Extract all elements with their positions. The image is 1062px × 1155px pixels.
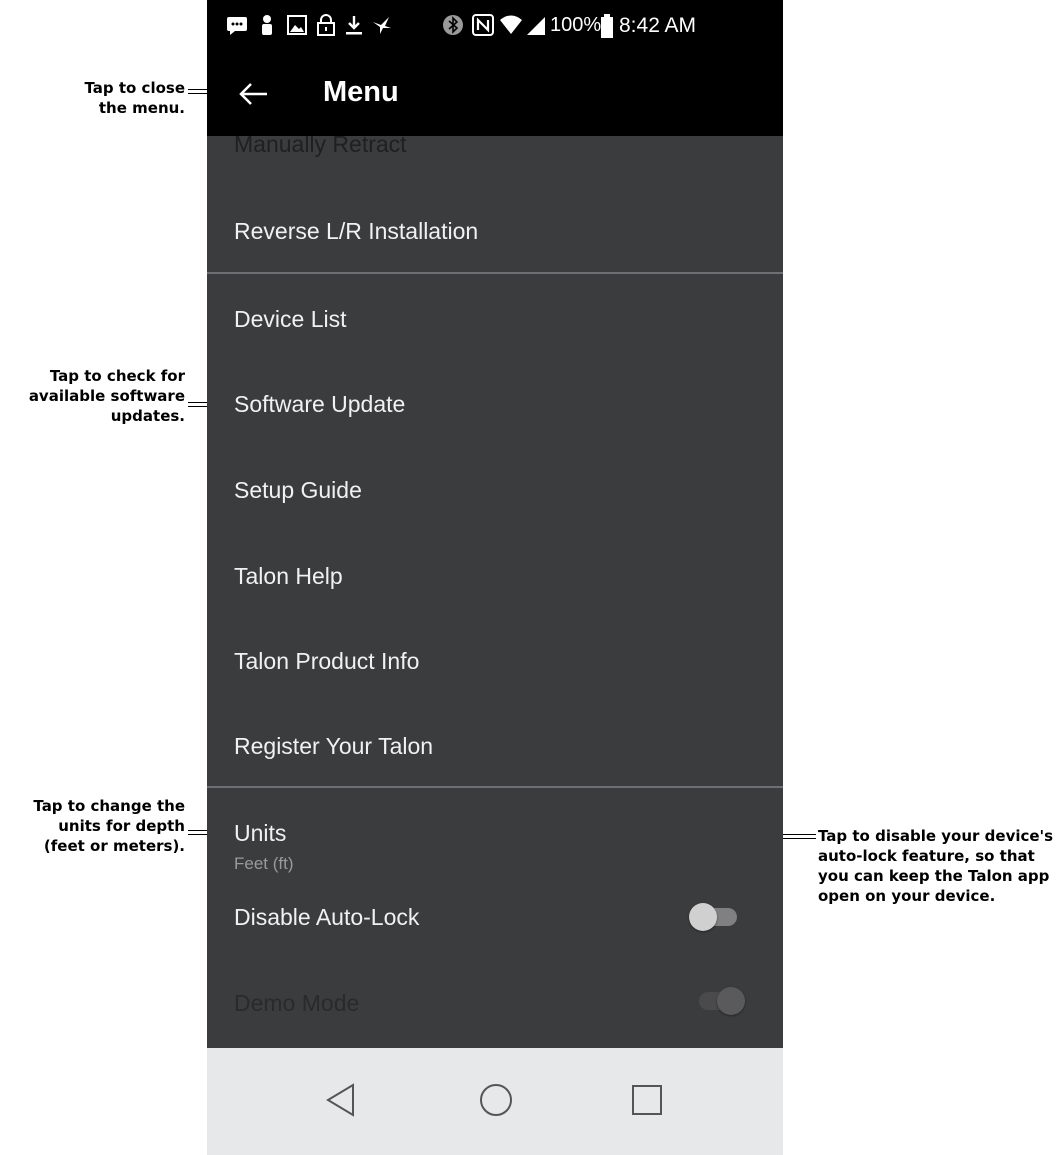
menu-item-product-info[interactable]: Talon Product Info [207,616,783,701]
menu-item-software-update[interactable]: Software Update [207,359,783,444]
callout-line: the menu. [98,99,185,117]
battery-icon [601,14,613,38]
menu-item-reverse-installation[interactable]: Reverse L/R Installation [207,188,783,273]
menu-item-label: Register Your Talon [234,733,434,759]
battery-percent: 100% [550,14,602,36]
demo-mode-toggle[interactable] [685,984,749,1018]
page-title: Menu [323,76,399,108]
callout-software-update: Tap to check for available software upda… [29,366,185,426]
nav-back-icon[interactable] [325,1082,357,1118]
app-bar: Menu [207,52,783,136]
callout-line: updates. [110,407,185,425]
bluetooth-icon [443,15,463,35]
auto-lock-toggle[interactable] [685,900,749,934]
nfc-icon [472,14,494,36]
image-icon [287,15,307,35]
toggle-knob [717,987,745,1015]
menu-item-demo-mode[interactable]: Demo Mode [207,958,783,1048]
callout-line: available software [28,387,185,405]
callout-line: units for depth [58,817,185,835]
menu-item-label: Software Update [234,391,406,417]
menu-item-label: Manually Retract [234,136,407,157]
callout-close-menu: Tap to close the menu. [84,78,185,118]
menu-item-label: Device List [234,306,347,332]
callout-line: Tap to check for [49,367,185,385]
callout-line: Tap to disable your device's [818,827,1054,845]
callout-line: Tap to change the [33,797,185,815]
menu-item-talon-help[interactable]: Talon Help [207,531,783,616]
menu-item-setup-guide[interactable]: Setup Guide [207,445,783,530]
phone-screen: 100% 8:42 AM Menu Manually Retract Rever… [207,0,783,1155]
status-bar: 100% 8:42 AM [207,0,783,52]
toggle-knob [689,903,717,931]
person-icon [262,15,272,35]
lock-icon [317,14,335,36]
callout-line: (feet or meters). [43,837,185,855]
callout-line: Tap to close [84,79,185,97]
signal-icon [527,17,545,35]
menu-item-label: Talon Product Info [234,648,420,674]
clock: 8:42 AM [619,14,697,37]
callout-line: auto-lock feature, so that [818,847,1035,865]
navigation-bar [207,1048,783,1155]
message-icon [227,17,247,35]
menu-item-manually-retract[interactable]: Manually Retract [207,136,783,166]
nav-home-icon[interactable] [479,1083,513,1117]
units-value: Feet (ft) [234,854,294,873]
callout-auto-lock: Tap to disable your device's auto-lock f… [818,826,1053,906]
menu-item-register[interactable]: Register Your Talon [207,702,783,787]
menu-item-disable-auto-lock[interactable]: Disable Auto-Lock [207,880,783,958]
menu-item-device-list[interactable]: Device List [207,274,783,359]
menu-item-label: Demo Mode [234,990,360,1016]
callout-line: open on your device. [818,887,996,905]
bird-icon [373,17,391,34]
menu-item-label: Units [234,820,287,846]
wifi-icon [500,15,522,34]
download-icon [346,16,362,35]
menu-item-label: Talon Help [234,563,343,589]
back-arrow-icon[interactable] [233,74,273,114]
nav-recents-icon[interactable] [631,1084,663,1116]
callout-units: Tap to change the units for depth (feet … [33,796,185,856]
callout-line: you can keep the Talon app [818,867,1050,885]
menu-item-units[interactable]: Units Feet (ft) [207,788,783,880]
menu-item-label: Setup Guide [234,477,362,503]
menu-item-label: Disable Auto-Lock [234,904,420,930]
menu-item-label: Reverse L/R Installation [234,218,479,244]
